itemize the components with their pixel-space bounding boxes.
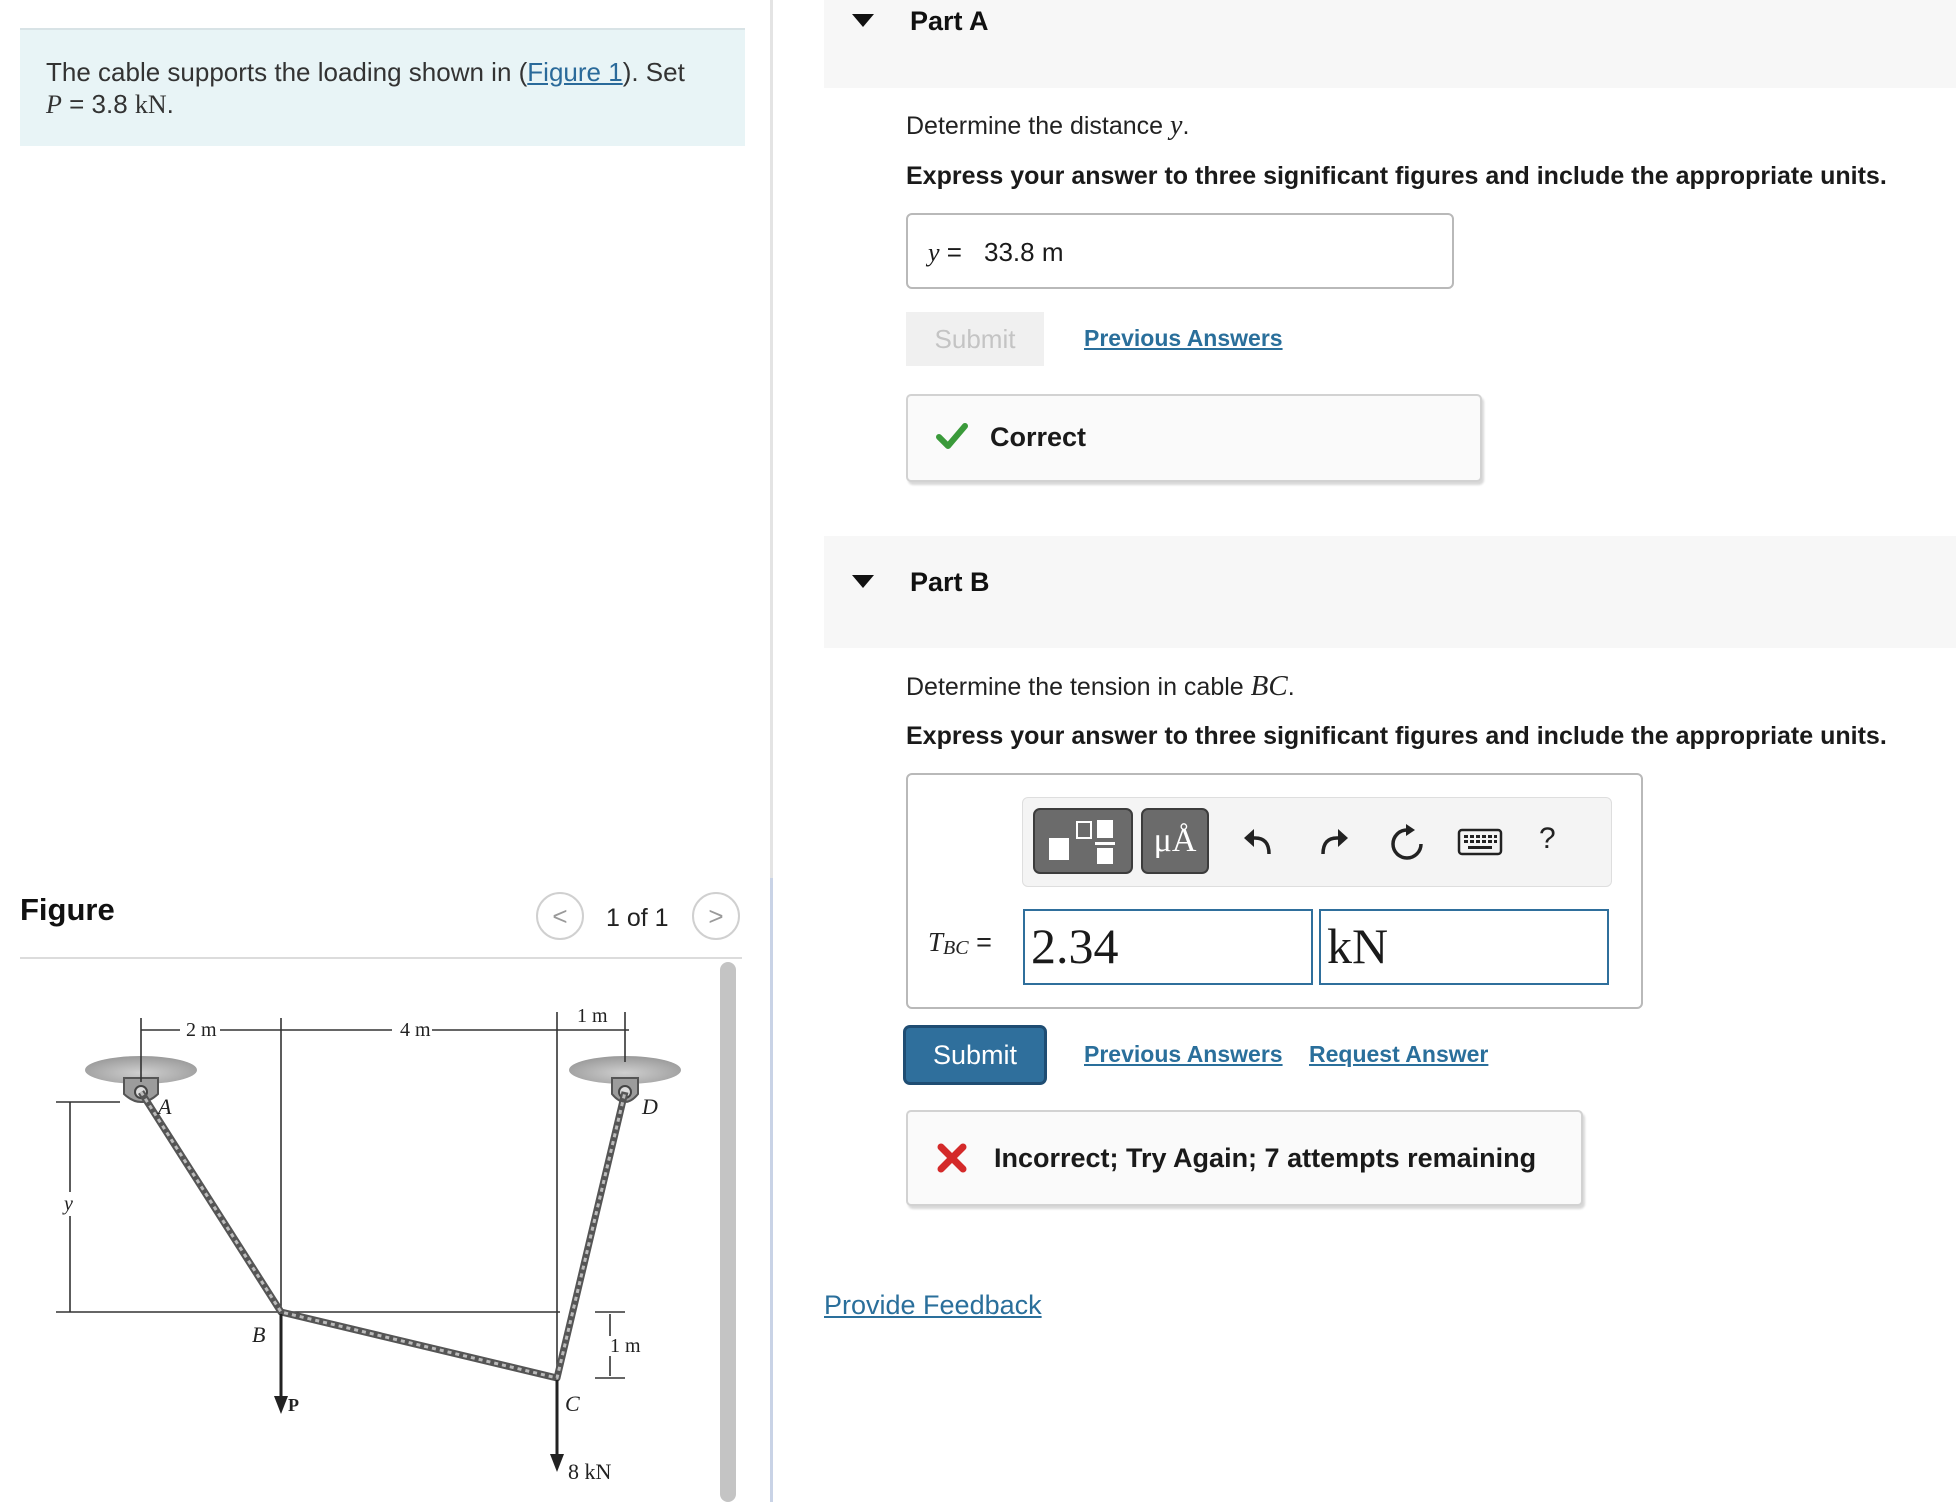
- help-icon[interactable]: ?: [1539, 822, 1556, 856]
- load-p-label: P: [288, 1395, 299, 1415]
- part-a-submit-button[interactable]: Submit: [906, 312, 1044, 366]
- checkmark-icon: [936, 423, 968, 449]
- provide-feedback-link[interactable]: Provide Feedback: [824, 1290, 1042, 1321]
- units-input[interactable]: kN: [1319, 909, 1609, 985]
- close-icon: [937, 1143, 967, 1173]
- units-input-text: kN: [1327, 918, 1389, 974]
- dimension-y: y: [62, 1193, 73, 1215]
- math-toolbar: μÅ ?: [1022, 797, 1612, 887]
- dimension-1m-top: 1 m: [577, 1005, 608, 1027]
- cable: [138, 1090, 629, 1382]
- load-8kn-label: 8 kN: [568, 1459, 612, 1484]
- keyboard-icon[interactable]: [1457, 828, 1503, 856]
- part-a-header[interactable]: Part A: [824, 0, 1956, 88]
- figure-link[interactable]: Figure 1: [527, 57, 622, 87]
- value-input-text: 2.34: [1031, 918, 1119, 974]
- point-c-label: C: [565, 1391, 580, 1416]
- answer-label: TBC =: [928, 927, 992, 960]
- figure-scrollbar[interactable]: [718, 962, 738, 1502]
- part-b-question: Determine the tension in cable BC.: [906, 670, 1295, 703]
- figure-title: Figure: [20, 892, 115, 927]
- part-b-feedback: Incorrect; Try Again; 7 attempts remaini…: [906, 1110, 1583, 1206]
- question-variable: BC: [1250, 670, 1288, 702]
- problem-variable: P: [46, 90, 62, 119]
- part-a-previous-answers-link[interactable]: Previous Answers: [1084, 325, 1283, 352]
- scrollbar-thumb[interactable]: [720, 962, 736, 1502]
- dimension-2m: 2 m: [186, 1019, 217, 1041]
- load-8kn-arrow: [550, 1380, 564, 1472]
- problem-unit: kN: [134, 90, 167, 119]
- figure-next-button[interactable]: >: [692, 892, 740, 940]
- figure-count: 1 of 1: [606, 904, 669, 932]
- dimension-1m-side: 1 m: [610, 1335, 641, 1357]
- part-b-header[interactable]: Part B: [824, 536, 1956, 648]
- question-period: .: [1287, 673, 1295, 701]
- cable-figure: 2 m 4 m 1 m y 1 m A B C D P 8 kN: [56, 1005, 681, 1484]
- collapse-triangle-icon[interactable]: [852, 14, 874, 27]
- problem-statement: The cable supports the loading shown in …: [20, 28, 745, 146]
- undo-icon[interactable]: [1241, 824, 1277, 860]
- point-b-label: B: [252, 1322, 265, 1347]
- value-input[interactable]: 2.34: [1023, 909, 1313, 985]
- problem-text-after: ). Set: [622, 57, 685, 87]
- point-a-label: A: [156, 1094, 172, 1119]
- request-answer-link[interactable]: Request Answer: [1309, 1041, 1488, 1068]
- figure-divider: [20, 957, 742, 959]
- units-button[interactable]: μÅ: [1141, 808, 1209, 874]
- answer-equals: =: [968, 927, 992, 957]
- figure-prev-button[interactable]: <: [536, 892, 584, 940]
- answer-label: y =: [928, 237, 962, 268]
- pane-divider-highlight: [770, 878, 773, 1502]
- answer-equals: =: [939, 237, 962, 267]
- part-a-title: Part A: [910, 6, 989, 36]
- part-a-feedback: Correct: [906, 394, 1482, 482]
- load-p-arrow: [274, 1314, 288, 1414]
- feedback-incorrect-text: Incorrect; Try Again; 7 attempts remaini…: [994, 1143, 1537, 1173]
- problem-pane: The cable supports the loading shown in …: [0, 0, 770, 1502]
- collapse-triangle-icon[interactable]: [852, 575, 874, 588]
- part-b-title: Part B: [910, 567, 990, 597]
- problem-text: The cable supports the loading shown in …: [46, 57, 528, 87]
- problem-equals: = 3.8: [61, 89, 135, 119]
- part-b-submit-button[interactable]: Submit: [906, 1028, 1044, 1082]
- answer-variable: T: [928, 927, 944, 957]
- answer-value: 33.8 m: [984, 237, 1064, 267]
- redo-icon[interactable]: [1315, 824, 1351, 860]
- question-variable: y: [1170, 110, 1183, 141]
- chevron-left-icon: <: [552, 900, 568, 931]
- answer-subscript: BC: [943, 937, 969, 959]
- templates-icon: [1049, 820, 1115, 864]
- part-a-instruction: Express your answer to three significant…: [906, 162, 1887, 190]
- part-b-previous-answers-link[interactable]: Previous Answers: [1084, 1041, 1283, 1068]
- part-b-instruction: Express your answer to three significant…: [906, 722, 1887, 750]
- point-d-label: D: [641, 1094, 658, 1119]
- part-a-answer-box: y = 33.8 m: [906, 213, 1454, 289]
- answer-variable: y: [928, 238, 940, 267]
- part-b-answer-box: μÅ ? TBC = 2.34 kN: [906, 773, 1643, 1009]
- question-text: Determine the tension in cable: [906, 673, 1251, 701]
- question-period: .: [1182, 112, 1190, 140]
- chevron-right-icon: >: [708, 900, 724, 931]
- feedback-correct-text: Correct: [990, 422, 1087, 452]
- templates-button[interactable]: [1033, 808, 1133, 874]
- reset-icon[interactable]: [1387, 824, 1427, 864]
- dimension-4m: 4 m: [400, 1019, 431, 1041]
- question-text: Determine the distance: [906, 112, 1171, 140]
- units-icon: μÅ: [1153, 822, 1197, 859]
- problem-period: .: [166, 89, 174, 119]
- part-a-question: Determine the distance y.: [906, 110, 1189, 142]
